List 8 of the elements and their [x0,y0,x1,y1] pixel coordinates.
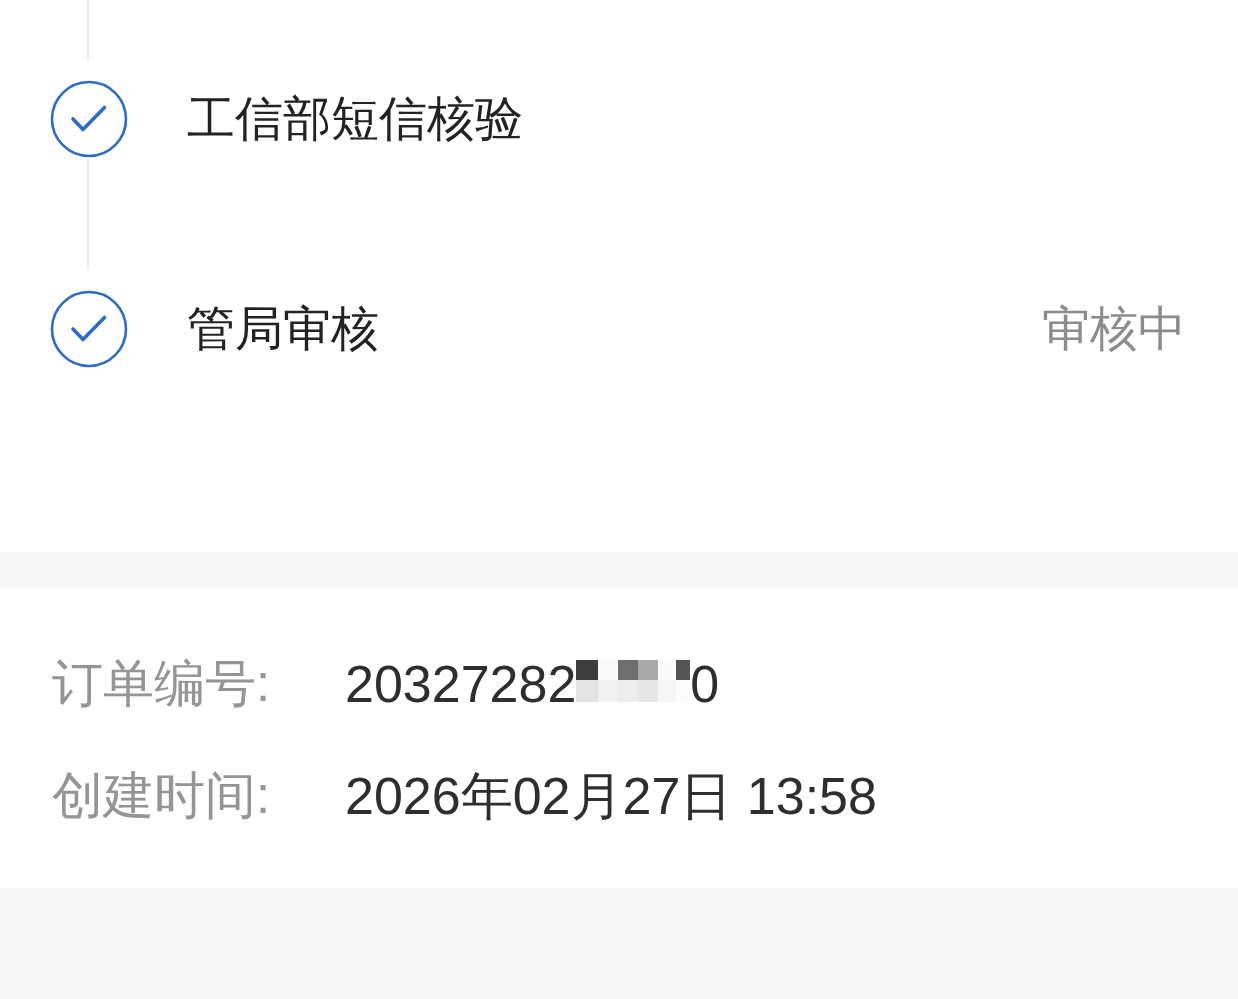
field-label: 创建时间: [52,766,272,827]
step-status: 审核中 [1042,301,1186,358]
field-label: 订单编号: [52,654,272,715]
step-title: 工信部短信核验 [187,91,523,148]
field-value: 20327282 [345,653,577,715]
field-value-tail: 0 [690,653,720,715]
step-title: 管局审核 [187,301,379,358]
field-value: 2026年02月27日 13:58 [345,765,877,827]
